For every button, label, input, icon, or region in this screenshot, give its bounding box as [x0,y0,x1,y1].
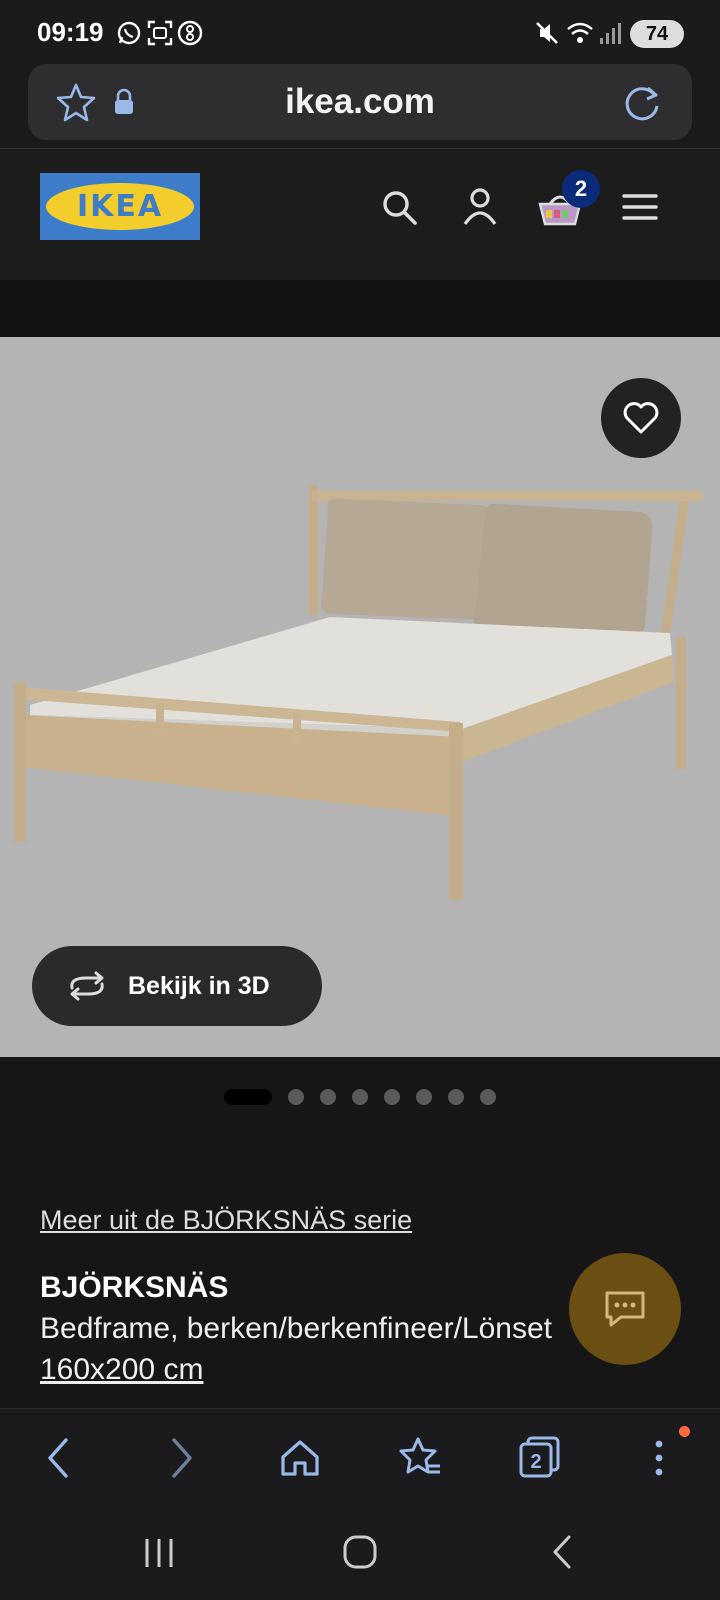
wifi-icon [567,22,593,43]
cart-count-badge: 2 [562,170,600,208]
bookmarks-icon[interactable] [398,1436,442,1478]
system-back-icon[interactable] [550,1534,574,1570]
carousel-dot[interactable] [320,1089,336,1105]
carousel-dot[interactable] [448,1089,464,1105]
menu-icon[interactable] [622,192,658,222]
carousel-dot[interactable] [288,1089,304,1105]
logo-text: IKEA [76,189,164,224]
back-icon[interactable] [44,1436,72,1480]
tab-count: 2 [530,1451,541,1473]
browser-bottom-bar [0,1408,720,1513]
view-in-3d-label: Bekijk in 3D [128,972,270,1000]
favorite-button[interactable] [601,378,681,458]
header-strip [0,280,720,337]
product-name: BJÖRKSNÄS [40,1271,229,1304]
signal-icon [600,23,621,44]
reload-icon[interactable] [622,82,664,124]
account-icon[interactable] [460,186,500,228]
carousel-dot[interactable] [416,1089,432,1105]
search-icon[interactable] [380,188,420,228]
ikea-logo[interactable]: IKEA [40,173,200,240]
notification-dot [679,1426,690,1437]
carousel-dot[interactable] [352,1089,368,1105]
home-icon[interactable] [279,1437,321,1479]
status-time: 09:19 [37,17,104,47]
more-options-icon[interactable] [652,1436,666,1480]
home-button-icon[interactable] [342,1534,378,1570]
carousel-dot-active[interactable] [224,1089,272,1105]
tabs-icon[interactable]: 2 [518,1434,562,1480]
carousel-dot[interactable] [384,1089,400,1105]
carousel-dot[interactable] [480,1089,496,1105]
chat-bubble-icon [605,1291,645,1327]
whatsapp-icon [117,21,141,45]
mute-icon [536,22,558,44]
series-link[interactable]: Meer uit de BJÖRKSNÄS serie [40,1205,412,1236]
screenshot-icon [147,20,173,46]
recent-apps-icon[interactable] [142,1536,176,1570]
forward-icon[interactable] [168,1436,196,1480]
chat-button[interactable] [569,1253,681,1365]
app-icon [177,20,203,46]
battery-indicator: 74 [630,20,684,48]
url-text[interactable]: ikea.com [0,64,720,140]
rotate-3d-icon [70,971,104,1001]
heart-icon [623,402,659,434]
product-description: Bedframe, berken/berkenfineer/Lönset [40,1312,552,1345]
product-size-link[interactable]: 160x200 cm [40,1353,203,1387]
